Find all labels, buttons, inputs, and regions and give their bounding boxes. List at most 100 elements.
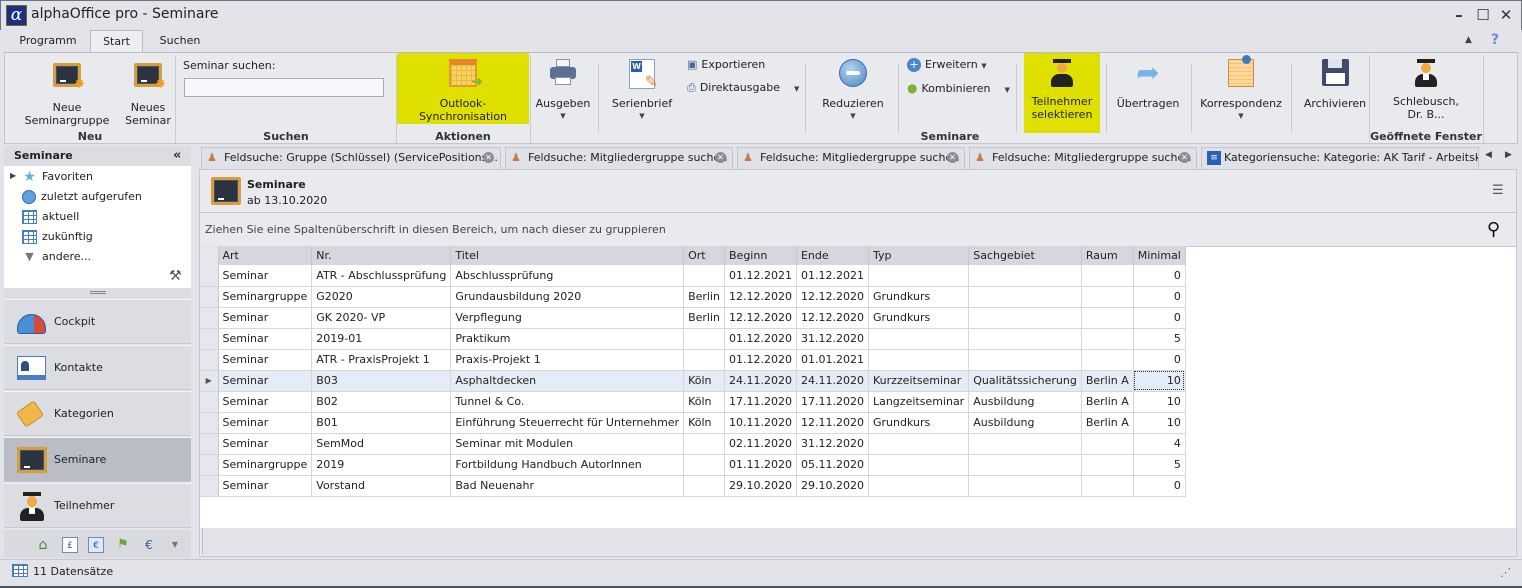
table-cell[interactable] <box>1081 265 1134 287</box>
row-indicator[interactable] <box>200 265 219 287</box>
table-cell[interactable]: Seminar <box>218 412 313 434</box>
table-cell[interactable] <box>968 328 1082 350</box>
table-cell[interactable]: GK 2020- VP <box>311 307 452 329</box>
table-row[interactable]: ▶ Seminar B03 Asphaltdecken Köln 24.11.2020 24… <box>200 370 1186 392</box>
table-cell[interactable] <box>968 433 1082 455</box>
collapse-panel-button[interactable]: « <box>173 148 181 163</box>
table-row[interactable]: Seminar GK 2020- VP Verpflegung Berlin 12.12… <box>200 307 1186 329</box>
table-cell[interactable]: Köln <box>683 412 725 434</box>
table-row[interactable]: Seminar B02 Tunnel & Co. Köln 17.11.2020 17.1… <box>200 391 1186 413</box>
table-cell[interactable]: Seminar <box>218 433 313 455</box>
nav-seminare[interactable]: Seminare <box>4 437 191 482</box>
table-cell[interactable]: Seminar <box>218 391 313 413</box>
column-header[interactable]: Ort <box>683 246 725 265</box>
table-cell[interactable]: 0 <box>1133 349 1186 371</box>
table-row[interactable]: Seminargruppe 2019 Fortbildung Handbuch Au… <box>200 454 1186 476</box>
tree-item-andere[interactable]: ▼ andere... <box>22 248 91 266</box>
row-indicator[interactable] <box>200 475 219 497</box>
euro-refresh-icon[interactable]: € <box>141 537 157 553</box>
reduzieren-button[interactable]: Reduzieren ▼ <box>817 59 889 123</box>
overflow-dropdown-icon[interactable]: ▼ <box>167 537 183 553</box>
serienbrief-button[interactable]: W ✎ Serienbrief ▼ <box>609 59 675 123</box>
ausgeben-button[interactable]: Ausgeben ▼ <box>535 59 591 123</box>
table-row[interactable]: Seminar 2019-01 Praktikum 01.12.2020 31.12.2… <box>200 328 1186 350</box>
table-cell[interactable]: SemMod <box>311 433 452 455</box>
column-header[interactable]: Ende <box>796 246 869 265</box>
search-icon[interactable]: ⚲ <box>1487 219 1500 240</box>
table-cell[interactable]: Seminar <box>218 328 313 350</box>
table-cell[interactable]: Grundkurs <box>868 307 970 329</box>
table-cell[interactable]: Berlin A <box>1081 391 1134 413</box>
close-tab-icon[interactable]: ✕ <box>1179 152 1190 163</box>
kombinieren-button[interactable]: ● Kombinieren ▼ <box>907 81 1010 95</box>
table-cell[interactable]: 12.12.2020 <box>724 307 797 329</box>
table-cell[interactable]: 2019 <box>311 454 452 476</box>
tab-suchen[interactable]: Suchen <box>150 30 210 53</box>
table-cell[interactable]: 29.10.2020 <box>796 475 869 497</box>
row-indicator[interactable] <box>200 391 219 413</box>
table-cell[interactable]: 12.12.2020 <box>724 286 797 308</box>
table-cell[interactable]: 5 <box>1133 328 1186 350</box>
table-cell[interactable] <box>868 454 970 476</box>
close-tab-icon[interactable]: ✕ <box>483 152 494 163</box>
table-cell[interactable]: 12.12.2020 <box>796 307 869 329</box>
maximize-button[interactable]: ☐ <box>1474 6 1492 24</box>
nav-kategorien[interactable]: Kategorien <box>4 391 191 436</box>
doc-tab[interactable]: ♟ Feldsuche: Mitgliedergruppe suchen ✕ <box>505 147 733 169</box>
tree-item-aktuell[interactable]: aktuell <box>22 208 79 226</box>
table-cell[interactable]: 10 <box>1133 370 1186 392</box>
neues-seminar-button[interactable]: ✸ Neues Seminar <box>125 63 171 127</box>
table-cell[interactable]: ATR - Abschlussprüfung <box>311 265 452 287</box>
table-cell[interactable]: 24.11.2020 <box>796 370 869 392</box>
table-cell[interactable] <box>868 328 970 350</box>
table-cell[interactable]: Köln <box>683 391 725 413</box>
table-cell[interactable] <box>683 328 725 350</box>
table-cell[interactable]: Tunnel & Co. <box>450 391 685 413</box>
table-row[interactable]: Seminar Vorstand Bad Neuenahr 29.10.2020 29.… <box>200 475 1186 497</box>
table-cell[interactable] <box>968 349 1082 371</box>
column-header[interactable]: Typ <box>868 246 970 265</box>
table-cell[interactable] <box>1081 328 1134 350</box>
table-cell[interactable]: 01.12.2021 <box>796 265 869 287</box>
table-cell[interactable] <box>968 286 1082 308</box>
table-cell[interactable]: 0 <box>1133 286 1186 308</box>
table-cell[interactable] <box>683 475 725 497</box>
table-cell[interactable] <box>968 454 1082 476</box>
table-cell[interactable] <box>868 265 970 287</box>
table-cell[interactable]: Seminar <box>218 349 313 371</box>
table-cell[interactable]: B03 <box>311 370 452 392</box>
table-cell[interactable]: 0 <box>1133 265 1186 287</box>
documents-euro-icon[interactable]: € <box>88 537 104 553</box>
table-cell[interactable]: Asphaltdecken <box>450 370 685 392</box>
table-cell[interactable]: 2019-01 <box>311 328 452 350</box>
table-cell[interactable] <box>868 475 970 497</box>
neue-seminargruppe-button[interactable]: ✸ Neue Seminargruppe <box>11 63 123 127</box>
ribbon-collapse-button[interactable]: ▲ <box>1465 35 1472 45</box>
table-row[interactable]: Seminargruppe G2020 Grundausbildung 2020 Be… <box>200 286 1186 308</box>
panel-splitter[interactable] <box>4 288 191 298</box>
teilnehmer-selektieren-button[interactable]: Teilnehmer selektieren <box>1024 59 1100 121</box>
table-cell[interactable]: Fortbildung Handbuch AutorInnen <box>450 454 685 476</box>
table-cell[interactable]: 01.11.2020 <box>724 454 797 476</box>
table-cell[interactable]: Verpflegung <box>450 307 685 329</box>
invoice-icon[interactable]: £ <box>62 537 78 553</box>
table-cell[interactable]: 12.12.2020 <box>796 286 869 308</box>
table-cell[interactable]: B02 <box>311 391 452 413</box>
doc-tab[interactable]: ♟ Feldsuche: Mitgliedergruppe suchen ✕ <box>969 147 1197 169</box>
help-icon[interactable]: ? <box>1491 32 1499 48</box>
table-cell[interactable]: G2020 <box>311 286 452 308</box>
direktausgabe-button[interactable]: ⎙ Direktausgabe ▼ <box>687 81 799 95</box>
table-cell[interactable]: Berlin <box>683 307 725 329</box>
column-header[interactable]: Titel <box>450 246 685 265</box>
table-cell[interactable]: 0 <box>1133 307 1186 329</box>
table-cell[interactable]: 17.11.2020 <box>724 391 797 413</box>
table-cell[interactable]: ATR - PraxisProjekt 1 <box>311 349 452 371</box>
table-cell[interactable]: Seminargruppe <box>218 454 313 476</box>
expand-arrow-icon[interactable]: ▶ <box>10 171 16 180</box>
table-cell[interactable]: Ausbildung <box>968 391 1082 413</box>
table-cell[interactable]: Seminargruppe <box>218 286 313 308</box>
table-cell[interactable] <box>1081 475 1134 497</box>
table-cell[interactable]: Seminar <box>218 307 313 329</box>
table-cell[interactable]: 10 <box>1133 412 1186 434</box>
tools-icon[interactable]: ⚒ <box>169 268 182 284</box>
